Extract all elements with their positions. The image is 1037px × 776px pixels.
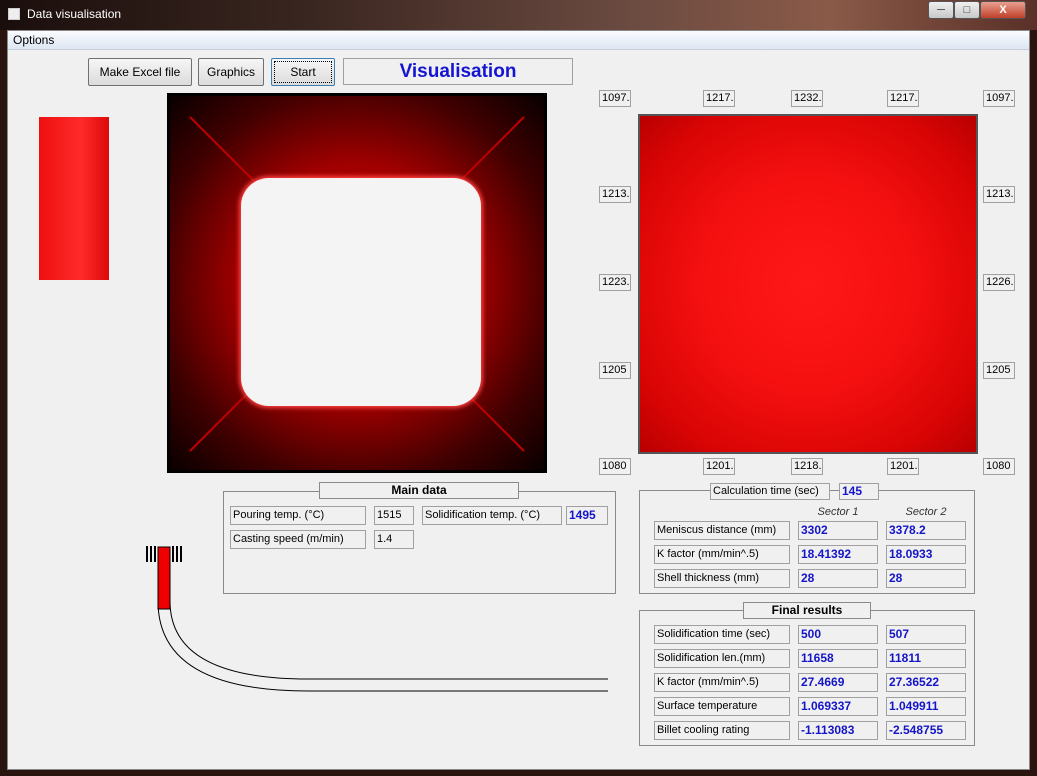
- grid-label-right: 1226.0: [983, 274, 1015, 291]
- shell-thickness-s1: 28: [798, 569, 878, 588]
- strand-inner-edge: [169, 547, 608, 680]
- strand-path-diagram: [146, 546, 608, 692]
- shell-thickness-s2: 28: [886, 569, 966, 588]
- window-title: Data visualisation: [27, 7, 122, 21]
- main-data-title: Main data: [319, 482, 519, 499]
- liquid-core: [241, 178, 481, 406]
- final-solidification-len-s2: 11811: [886, 649, 966, 668]
- grid-label-top: 1097.:: [983, 90, 1015, 107]
- temperature-swatch: [39, 117, 109, 280]
- grid-label-top: 1232.:: [791, 90, 823, 107]
- grid-label-bottom: 1218.!: [791, 458, 823, 475]
- pouring-temp-label: Pouring temp. (°C): [230, 506, 366, 525]
- final-solidification-time-s1: 500: [798, 625, 878, 644]
- shell-thickness-label: Shell thickness (mm): [654, 569, 790, 588]
- strand-outer-edge: [157, 547, 608, 692]
- grid-label-right: 1205: [983, 362, 1015, 379]
- grid-label-left: 1205: [599, 362, 631, 379]
- final-solidification-time-label: Solidification time (sec): [654, 625, 790, 644]
- final-solidification-len-s1: 11658: [798, 649, 878, 668]
- final-cooling-rating-label: Billet cooling rating: [654, 721, 790, 740]
- final-cooling-rating-s2: -2.548755: [886, 721, 966, 740]
- final-k-factor-s1: 27.4669: [798, 673, 878, 692]
- grid-label-top: 1217.:: [887, 90, 919, 107]
- menu-options[interactable]: Options: [13, 33, 54, 47]
- final-k-factor-s2: 27.36522: [886, 673, 966, 692]
- solidification-temp-value: 1495: [566, 506, 608, 525]
- grid-label-left: 1223.!: [599, 274, 631, 291]
- graphics-button[interactable]: Graphics: [198, 58, 264, 86]
- grid-label-bottom: 1080: [983, 458, 1015, 475]
- meniscus-distance-s1: 3302: [798, 521, 878, 540]
- menu-bar: Options: [8, 31, 1029, 50]
- final-results-title: Final results: [743, 602, 871, 619]
- grid-label-bottom: 1201.(: [887, 458, 919, 475]
- grid-label-bottom: 1080: [599, 458, 631, 475]
- close-button[interactable]: X: [980, 1, 1026, 19]
- final-surface-temp-label: Surface temperature: [654, 697, 790, 716]
- grid-label-right: 1213.!: [983, 186, 1015, 203]
- title-bar: Data visualisation ─ □ X: [0, 0, 1037, 30]
- app-icon: [8, 8, 20, 20]
- grid-label-left: 1213.!: [599, 186, 631, 203]
- final-surface-temp-s2: 1.049911: [886, 697, 966, 716]
- final-k-factor-label: K factor (mm/min^.5): [654, 673, 790, 692]
- calculation-time-label: Calculation time (sec): [710, 483, 830, 500]
- grid-label-top: 1217.:: [703, 90, 735, 107]
- solidification-temp-label: Solidification temp. (°C): [422, 506, 562, 525]
- grid-label-bottom: 1201.(: [703, 458, 735, 475]
- visualisation-title: Visualisation: [343, 58, 573, 85]
- meniscus-distance-label: Meniscus distance (mm): [654, 521, 790, 540]
- strand-liquid-segment: [157, 546, 171, 610]
- sector-1-header: Sector 1: [817, 506, 859, 518]
- final-solidification-len-label: Solidification len.(mm): [654, 649, 790, 668]
- maximize-button[interactable]: □: [954, 1, 980, 19]
- sector-2-header: Sector 2: [905, 506, 947, 518]
- start-button[interactable]: Start: [271, 58, 335, 86]
- minimize-button[interactable]: ─: [928, 1, 954, 19]
- k-factor-s2: 18.0933: [886, 545, 966, 564]
- window-client: Options Make Excel file Graphics Start V…: [7, 30, 1030, 770]
- pouring-temp-value: 1515: [374, 506, 414, 525]
- meniscus-distance-s2: 3378.2: [886, 521, 966, 540]
- grid-label-top: 1097.:: [599, 90, 631, 107]
- surface-heatmap: [638, 114, 978, 454]
- calculation-time-value: 145: [839, 483, 879, 500]
- final-cooling-rating-s1: -1.113083: [798, 721, 878, 740]
- billet-cross-section: [167, 93, 547, 473]
- final-surface-temp-s1: 1.069337: [798, 697, 878, 716]
- k-factor-label: K factor (mm/min^.5): [654, 545, 790, 564]
- final-solidification-time-s2: 507: [886, 625, 966, 644]
- make-excel-button[interactable]: Make Excel file: [88, 58, 192, 86]
- k-factor-s1: 18.41392: [798, 545, 878, 564]
